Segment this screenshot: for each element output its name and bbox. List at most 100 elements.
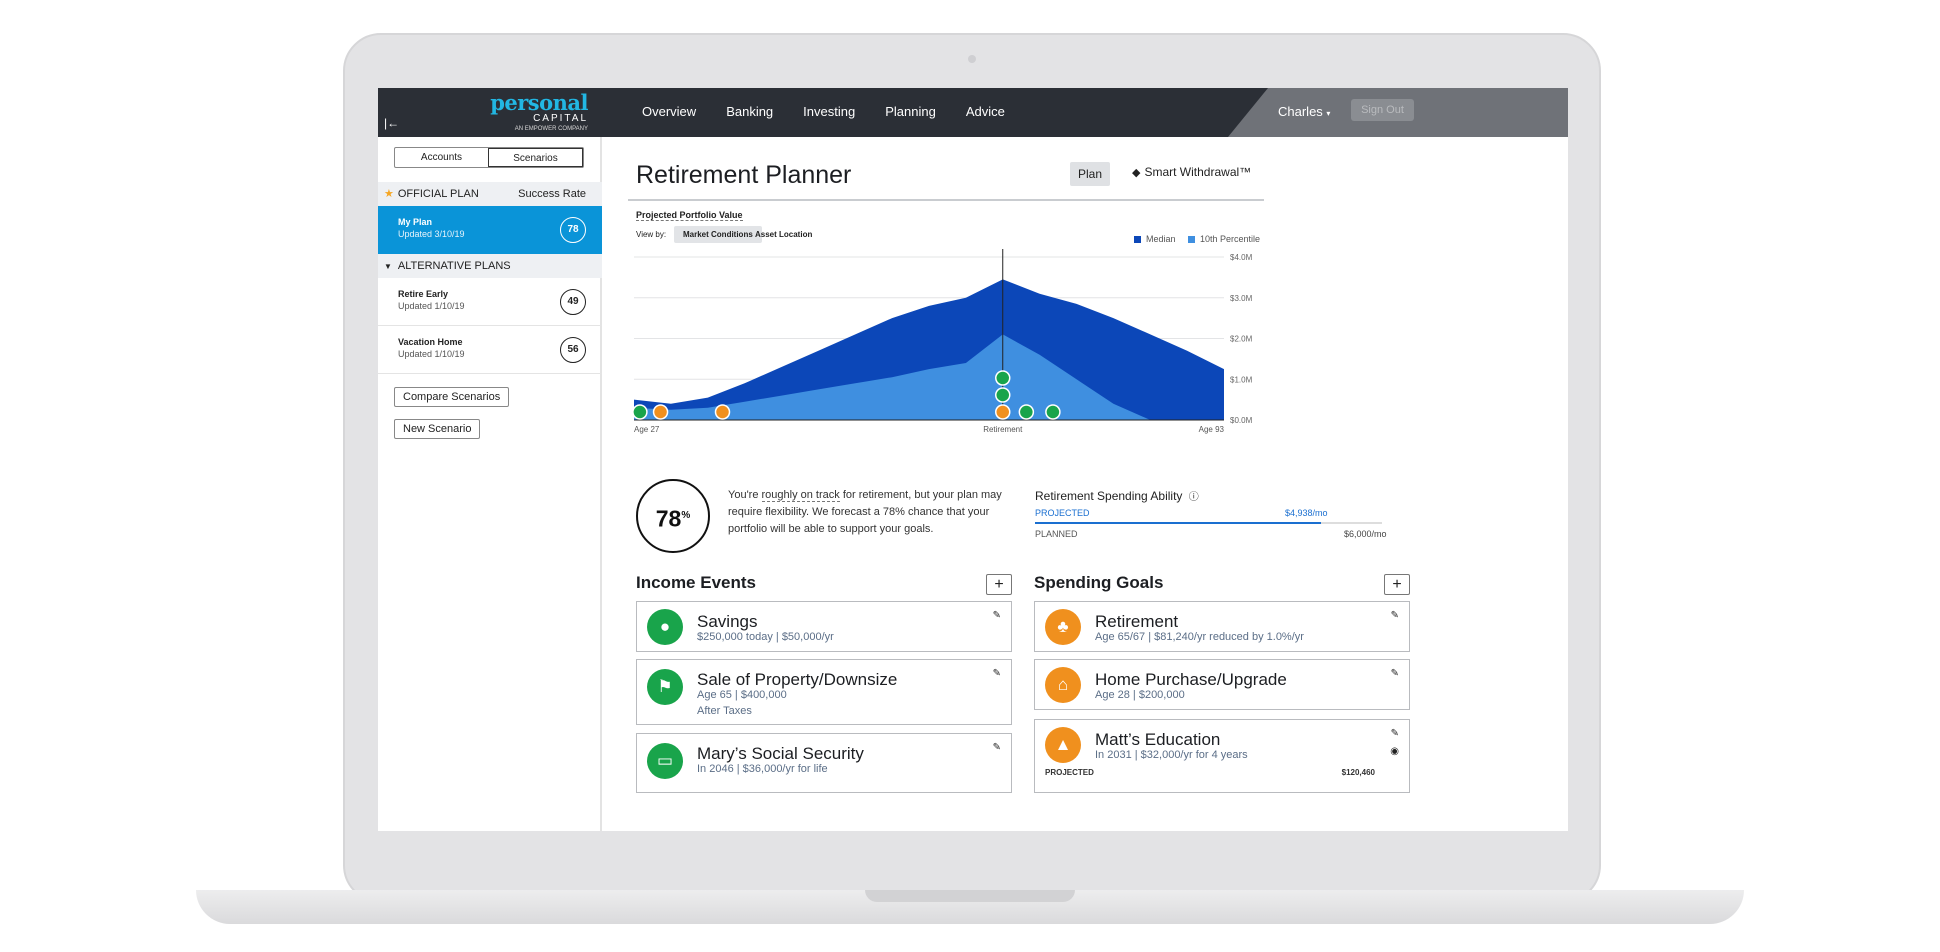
view-asset-location[interactable]: Asset Location — [746, 226, 821, 243]
smart-withdrawal-button[interactable]: ◆ Smart Withdrawal™ — [1132, 165, 1251, 179]
income-card-sale-of-property[interactable]: ⚑ Sale of Property/Downsize Age 65 | $40… — [636, 659, 1012, 725]
palm-tree-icon: ♣ — [1045, 609, 1081, 645]
edit-pencil-icon[interactable]: ✎ — [1391, 728, 1399, 739]
add-goal-button[interactable]: + — [1384, 574, 1410, 595]
title-divider — [628, 199, 1264, 201]
star-icon: ★ — [384, 188, 394, 200]
card-subtitle: Age 65 | $400,000 — [697, 689, 787, 701]
summary-pre: You're — [728, 489, 762, 501]
add-income-button[interactable]: + — [986, 574, 1012, 595]
diamond-icon: ◆ — [1132, 167, 1141, 179]
logo-text: personal — [490, 90, 588, 115]
edit-pencil-icon[interactable]: ✎ — [993, 668, 1001, 679]
summary-text: You're roughly on track for retirement, … — [728, 487, 1014, 538]
sidebar: Accounts Scenarios ★ OFFICIAL PLAN Succes… — [378, 137, 602, 831]
card-note: After Taxes — [697, 705, 752, 717]
official-plan-header: ★ OFFICIAL PLAN Success Rate — [378, 182, 602, 206]
y-tick-label: $1.0M — [1230, 375, 1253, 384]
nav-planning[interactable]: Planning — [885, 104, 936, 119]
tab-scenarios[interactable]: Scenarios — [488, 148, 583, 167]
card-subtitle: In 2031 | $32,000/yr for 4 years — [1095, 749, 1248, 761]
accounts-scenarios-toggle: Accounts Scenarios — [394, 147, 584, 168]
edit-pencil-icon[interactable]: ✎ — [993, 610, 1001, 621]
laptop-base — [196, 890, 1744, 924]
rsa-planned-value: $6,000/mo — [1344, 529, 1387, 539]
rsa-projected-value: $4,938/mo — [1285, 508, 1328, 518]
alternative-plans-header[interactable]: ▼ ALTERNATIVE PLANS — [378, 254, 602, 278]
card-subtitle: Age 65/67 | $81,240/yr reduced by 1.0%/y… — [1095, 631, 1304, 643]
top-nav-bar: |← personal CAPITAL AN EMPOWER COMPANY O… — [378, 88, 1568, 137]
success-score: 78 — [655, 505, 682, 532]
caret-down-icon: ▼ — [384, 262, 392, 271]
plan-item-my-plan[interactable]: My Plan Updated 3/10/19 78 — [378, 206, 602, 254]
user-menu[interactable]: Charles ▾ — [1278, 104, 1330, 119]
summary-link[interactable]: roughly on track — [761, 489, 840, 502]
y-tick-label: $4.0M — [1230, 253, 1253, 262]
card-subtitle: In 2046 | $36,000/yr for life — [697, 763, 828, 775]
money-icon: ▭ — [647, 743, 683, 779]
x-tick-label: Age 93 — [1199, 425, 1225, 434]
card-title: Sale of Property/Downsize — [697, 670, 898, 689]
plan-item-retire-early[interactable]: Retire Early Updated 1/10/19 49 — [378, 278, 602, 326]
sign-out-button[interactable]: Sign Out — [1351, 99, 1414, 121]
logo[interactable]: personal CAPITAL AN EMPOWER COMPANY — [488, 90, 588, 134]
legend-label: Median — [1146, 234, 1176, 244]
rsa-title: Retirement Spending Ability — [1035, 489, 1183, 503]
portfolio-chart[interactable]: $0.0M $1.0M $2.0M $3.0M $4.0M Age 27 Retiremen… — [632, 249, 1274, 473]
percent-sign: % — [681, 510, 691, 521]
caret-down-icon: ▾ — [1326, 109, 1331, 118]
income-card-savings[interactable]: ● Savings $250,000 today | $50,000/yr ✎ — [636, 601, 1012, 652]
success-score-circle: 78% — [636, 479, 710, 553]
alternative-plans-label: ALTERNATIVE PLANS — [397, 260, 511, 272]
projected-portfolio-value-label[interactable]: Projected Portfolio Value — [636, 210, 743, 221]
legend-median: Median — [1134, 234, 1176, 244]
tab-accounts[interactable]: Accounts — [395, 148, 488, 167]
logo-tagline: AN EMPOWER COMPANY — [514, 126, 588, 132]
eye-icon[interactable]: ◉ — [1390, 746, 1399, 757]
collapse-sidebar-icon[interactable]: |← — [384, 116, 399, 130]
plan-score: 49 — [560, 289, 586, 315]
new-scenario-button[interactable]: New Scenario — [394, 419, 481, 439]
card-projected-label: PROJECTED — [1045, 768, 1094, 777]
main-nav: Overview Banking Investing Planning Advi… — [642, 104, 1005, 119]
income-card-social-security[interactable]: ▭ Mary’s Social Security In 2046 | $36,0… — [636, 733, 1012, 793]
goal-card-education[interactable]: ▲ Matt’s Education In 2031 | $32,000/yr … — [1034, 719, 1410, 793]
legend-10th-percentile: 10th Percentile — [1188, 234, 1260, 244]
legend-swatch — [1188, 236, 1195, 243]
laptop-mockup: |← personal CAPITAL AN EMPOWER COMPANY O… — [0, 0, 1940, 952]
y-tick-label: $0.0M — [1230, 416, 1253, 425]
camera-icon — [968, 55, 976, 63]
plan-score: 78 — [560, 217, 586, 243]
nav-banking[interactable]: Banking — [726, 104, 773, 119]
graduation-cap-icon: ▲ — [1045, 727, 1081, 763]
card-title: Retirement — [1095, 612, 1179, 631]
plan-button[interactable]: Plan — [1070, 162, 1110, 186]
plan-item-vacation-home[interactable]: Vacation Home Updated 1/10/19 56 — [378, 326, 602, 374]
compare-scenarios-button[interactable]: Compare Scenarios — [394, 387, 510, 407]
official-plan-label: OFFICIAL PLAN — [397, 188, 479, 200]
app-screen: |← personal CAPITAL AN EMPOWER COMPANY O… — [378, 88, 1568, 831]
user-name: Charles — [1278, 104, 1323, 119]
view-by-label: View by: — [636, 230, 667, 239]
nav-advice[interactable]: Advice — [966, 104, 1005, 119]
nav-overview[interactable]: Overview — [642, 104, 696, 119]
plan-score: 56 — [560, 337, 586, 363]
goal-card-home-purchase[interactable]: ⌂ Home Purchase/Upgrade Age 28 | $200,00… — [1034, 659, 1410, 710]
legend-label: 10th Percentile — [1200, 234, 1261, 244]
graduation-cap-icon — [714, 404, 731, 420]
info-icon[interactable]: ⓘ — [1189, 492, 1199, 503]
edit-pencil-icon[interactable]: ✎ — [993, 742, 1001, 753]
card-subtitle: Age 28 | $200,000 — [1095, 689, 1185, 701]
rsa-planned-label: PLANNED — [1035, 529, 1078, 539]
card-title: Home Purchase/Upgrade — [1095, 670, 1287, 689]
income-events-title: Income Events — [636, 573, 756, 592]
house-icon: ⌂ — [1045, 667, 1081, 703]
y-tick-label: $2.0M — [1230, 335, 1253, 344]
card-title: Mary’s Social Security — [697, 744, 864, 763]
edit-pencil-icon[interactable]: ✎ — [1391, 610, 1399, 621]
edit-pencil-icon[interactable]: ✎ — [1391, 668, 1399, 679]
retirement-spending-ability: Retirement Spending Ability ⓘ — [1035, 488, 1199, 503]
nav-investing[interactable]: Investing — [803, 104, 855, 119]
goal-card-retirement[interactable]: ♣ Retirement Age 65/67 | $81,240/yr redu… — [1034, 601, 1410, 652]
rsa-planned-bar — [1321, 522, 1382, 524]
